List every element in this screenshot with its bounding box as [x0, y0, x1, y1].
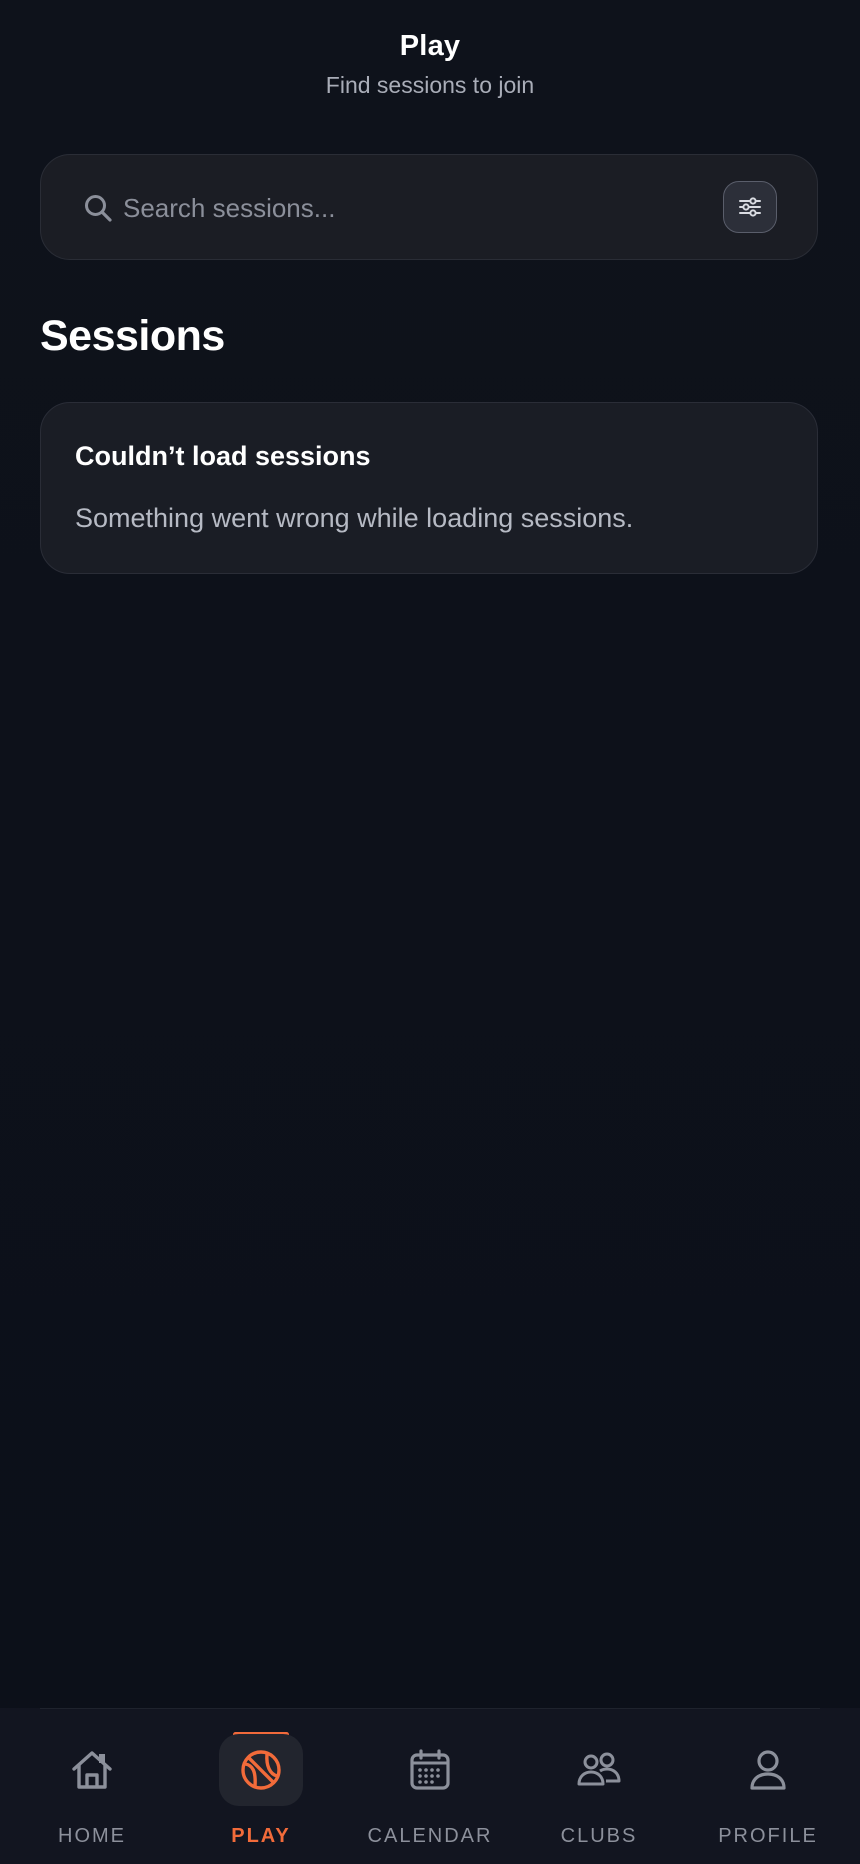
tab-icon-container: [726, 1734, 810, 1806]
tab-label-profile: PROFILE: [718, 1825, 818, 1847]
tab-icon-container: [219, 1734, 303, 1806]
tab-label-calendar: CALENDAR: [367, 1825, 493, 1847]
calendar-icon: [410, 1749, 450, 1790]
error-message: Something went wrong while loading sessi…: [75, 503, 634, 533]
home-icon: [72, 1751, 112, 1789]
sessions-heading: Sessions: [40, 312, 225, 360]
tab-icon-container: [388, 1734, 472, 1806]
tab-label-clubs: CLUBS: [560, 1825, 638, 1847]
page-header: Play Find sessions to join: [0, 28, 860, 100]
play-screen: Play Find sessions to join Sessions Coul…: [0, 0, 860, 1864]
bottom-tab-bar: HOME PLAY CALENDAR CLUBS PROFILE: [0, 1708, 860, 1864]
error-title: Couldn’t load sessions: [75, 441, 371, 471]
search-icon: [85, 195, 112, 222]
tab-play[interactable]: PLAY: [177, 1708, 345, 1864]
filter-button[interactable]: [723, 181, 777, 233]
tab-label-play: PLAY: [231, 1825, 291, 1847]
tab-calendar[interactable]: CALENDAR: [346, 1708, 514, 1864]
tab-home[interactable]: HOME: [8, 1708, 176, 1864]
users-icon: [577, 1752, 621, 1786]
error-card: Couldn’t load sessions Something went wr…: [40, 402, 818, 574]
sliders-icon: [739, 197, 761, 217]
ball-icon: [241, 1750, 281, 1790]
tab-icon-container: [557, 1734, 641, 1806]
search-input[interactable]: [121, 183, 723, 233]
tab-label-home: HOME: [58, 1825, 126, 1847]
page-title: Play: [399, 30, 461, 62]
search-bar: [40, 154, 818, 260]
user-icon: [750, 1750, 786, 1790]
tab-profile[interactable]: PROFILE: [684, 1708, 852, 1864]
tab-icon-container: [50, 1734, 134, 1806]
tab-clubs[interactable]: CLUBS: [515, 1708, 683, 1864]
page-subtitle: Find sessions to join: [325, 72, 535, 98]
